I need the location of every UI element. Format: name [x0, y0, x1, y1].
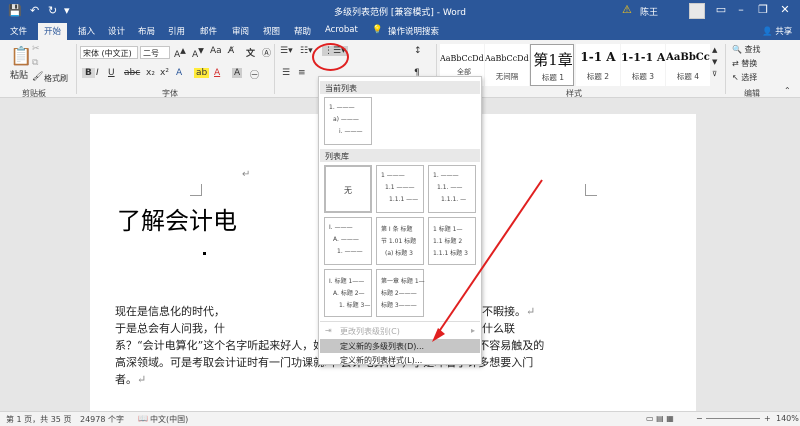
zoom-slider[interactable] — [706, 418, 760, 419]
status-bar: 第 1 页，共 35 页 24978 个字 📖 中文(中国) ▭ ▤ ▦ − +… — [0, 411, 800, 426]
annotation-arrow-head — [432, 328, 445, 342]
page-count[interactable]: 第 1 页，共 35 页 — [6, 414, 71, 425]
word-count[interactable]: 24978 个字 — [80, 414, 124, 425]
zoom-in-icon[interactable]: + — [764, 414, 771, 423]
zoom-out-icon[interactable]: − — [696, 414, 703, 423]
view-mode-icons[interactable]: ▭ ▤ ▦ — [646, 414, 674, 423]
zoom-level[interactable]: 140% — [776, 414, 799, 423]
language[interactable]: 中文(中国) — [150, 414, 188, 425]
proofing-icon[interactable]: 📖 — [138, 414, 148, 423]
annotation-arrow — [432, 179, 543, 342]
annotation-arrow-line — [435, 179, 543, 337]
